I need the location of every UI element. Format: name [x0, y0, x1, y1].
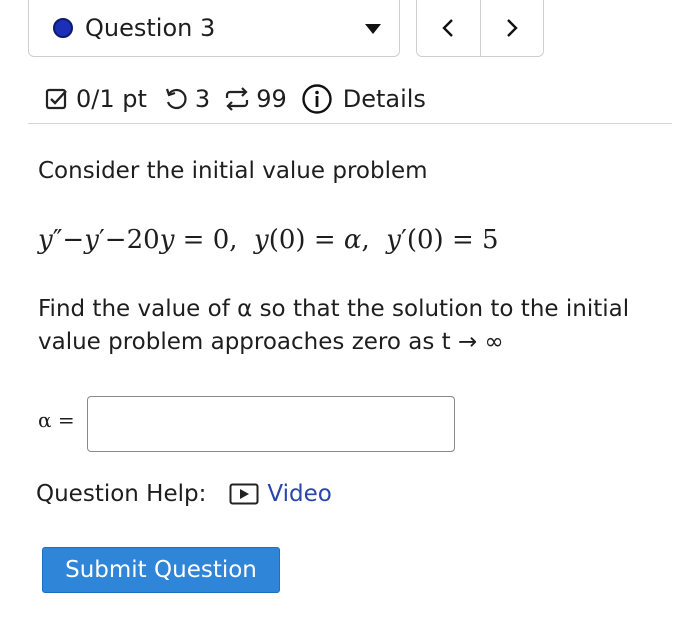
- chevron-right-icon: [506, 19, 518, 37]
- question-help: Question Help: Video: [36, 481, 332, 507]
- alpha-label: α =: [38, 408, 75, 432]
- next-question-button[interactable]: [479, 0, 544, 56]
- undo-icon: [165, 88, 187, 110]
- question-selector[interactable]: Question 3: [28, 0, 400, 57]
- question-prompt-line2: value problem approaches zero as t → ∞: [38, 329, 504, 355]
- previous-question-button[interactable]: [417, 0, 480, 56]
- chevron-down-icon: [365, 24, 381, 34]
- question-equation: y″−y′−20y = 0, y(0) = α, y′(0) = 5: [38, 224, 499, 257]
- video-help-link[interactable]: Video: [229, 481, 332, 507]
- score-text: 0/1 pt: [76, 85, 147, 113]
- equation-text: y″−y′−20y = 0, y(0) = α, y′(0) = 5: [38, 225, 499, 255]
- repeat-icon: [226, 87, 249, 111]
- submit-question-button[interactable]: Submit Question: [42, 547, 280, 593]
- checkbox-icon: [45, 88, 67, 110]
- video-link-label: Video: [267, 481, 332, 507]
- retries-count: 3: [194, 85, 211, 113]
- attempts-stat: 99: [222, 85, 287, 113]
- question-nav: [416, 0, 544, 57]
- score-stat: 0/1 pt: [44, 85, 147, 113]
- details-button[interactable]: Details: [301, 83, 426, 115]
- attempts-count: 99: [256, 85, 287, 113]
- video-icon: [229, 483, 259, 505]
- question-intro: Consider the initial value problem: [38, 158, 428, 184]
- header-divider: [28, 123, 672, 124]
- info-icon: [302, 84, 332, 114]
- question-status-bar: 0/1 pt 3 99 Details: [44, 80, 426, 118]
- question-help-label: Question Help:: [36, 481, 207, 507]
- details-label: Details: [342, 85, 426, 113]
- question-selector-label: Question 3: [85, 14, 216, 42]
- alpha-answer-input[interactable]: [87, 396, 455, 452]
- chevron-left-icon: [442, 19, 454, 37]
- retries-stat: 3: [163, 85, 210, 113]
- question-prompt-line1: Find the value of α so that the solution…: [38, 296, 630, 322]
- question-status-dot: [53, 18, 73, 38]
